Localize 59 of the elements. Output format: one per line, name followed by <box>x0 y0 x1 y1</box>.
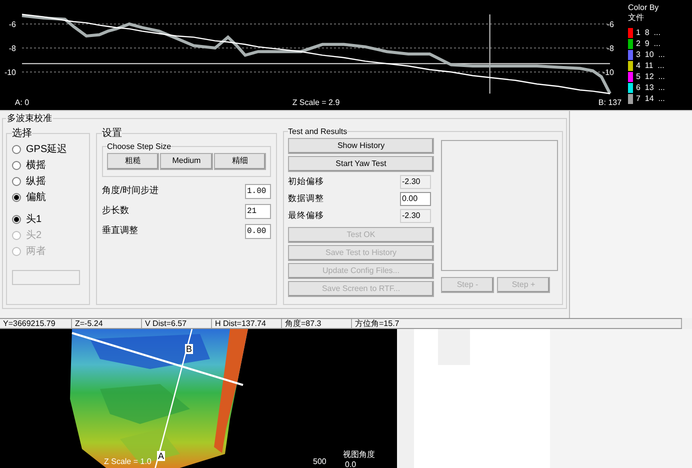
y-tick-label: -10 <box>602 68 614 77</box>
z-scale-label: Z Scale = 2.9 <box>292 98 340 107</box>
marker-label: B <box>185 344 194 354</box>
value-field[interactable]: 0.00 <box>400 192 431 206</box>
value-field[interactable]: 0.00 <box>245 224 271 238</box>
legend-label: 3 10 ... <box>636 50 665 60</box>
field-label: 角度/时间步进 <box>102 184 159 198</box>
radio-option[interactable]: 横摇 <box>12 158 84 172</box>
value-field[interactable]: -2.30 <box>400 208 431 222</box>
y-axis-label: -8 <box>8 44 16 53</box>
field-label: 初始偏移 <box>288 175 324 188</box>
radio-option[interactable]: 纵摇 <box>12 174 84 188</box>
value-field[interactable]: 21 <box>245 204 271 218</box>
y-axis-label: -6 <box>8 20 16 29</box>
field-label: 数据调整 <box>288 192 324 205</box>
group-title: Test and Results <box>288 126 348 138</box>
y-axis-label: -10 <box>4 68 16 77</box>
status-cell: Z=-5.24 <box>72 319 142 328</box>
field-label: 最终偏移 <box>288 209 324 222</box>
value-field[interactable]: 1.00 <box>245 184 271 198</box>
field-label: 步长数 <box>102 204 129 218</box>
marker-label: A <box>157 451 166 461</box>
results-list[interactable] <box>441 140 558 270</box>
value-field[interactable]: -2.30 <box>400 174 431 188</box>
radio-option[interactable]: 头1 <box>12 212 84 226</box>
view-angle-value: 0.0 <box>345 460 356 468</box>
radio-option[interactable]: 偏航 <box>12 190 84 204</box>
z-scale-label: Z Scale = 1.0 <box>104 457 152 467</box>
radio-option[interactable]: GPS延迟 <box>12 142 84 156</box>
y-tick-label: -8 <box>606 44 614 53</box>
legend-label: 6 13 ... <box>636 82 665 92</box>
legend-label: 4 11 ... <box>636 60 664 70</box>
group-title: 选择 <box>12 126 32 140</box>
status-cell: 方位角=15.7 <box>352 319 682 328</box>
push-button[interactable]: Show History <box>288 138 434 154</box>
status-cell: Y=3669215.79 <box>0 319 72 328</box>
x-tick-label: A: 0 <box>14 98 30 107</box>
push-button[interactable]: Medium <box>160 152 213 170</box>
group-title: Choose Step Size <box>107 140 172 152</box>
push-button[interactable]: Start Yaw Test <box>288 156 434 172</box>
view-angle-label: 视图角度 <box>343 450 375 459</box>
legend-label: 5 12 ... <box>636 72 665 82</box>
y-tick-label: -6 <box>606 20 614 29</box>
field-label: 垂直调整 <box>102 224 138 238</box>
input-field[interactable] <box>12 270 80 284</box>
push-button[interactable]: 精细 <box>214 152 266 170</box>
scale-label: 500 <box>313 457 326 467</box>
group-title: 设置 <box>102 126 122 140</box>
legend-title: Color By <box>628 3 660 13</box>
legend-subtitle: 文件 <box>628 13 645 23</box>
push-button[interactable]: 粗糙 <box>107 152 160 170</box>
legend-label: 7 14 ... <box>636 94 665 104</box>
x-tick-label: B: 137 <box>598 98 622 107</box>
status-cell: 角度=87.3 <box>282 319 352 328</box>
dialog-title: 多波束校准 <box>6 112 53 125</box>
status-cell: V Dist=6.57 <box>142 319 212 328</box>
status-cell: H Dist=137.74 <box>212 319 282 328</box>
legend-label: 1 8 ... <box>636 28 660 38</box>
legend-label: 2 9 ... <box>636 38 660 48</box>
